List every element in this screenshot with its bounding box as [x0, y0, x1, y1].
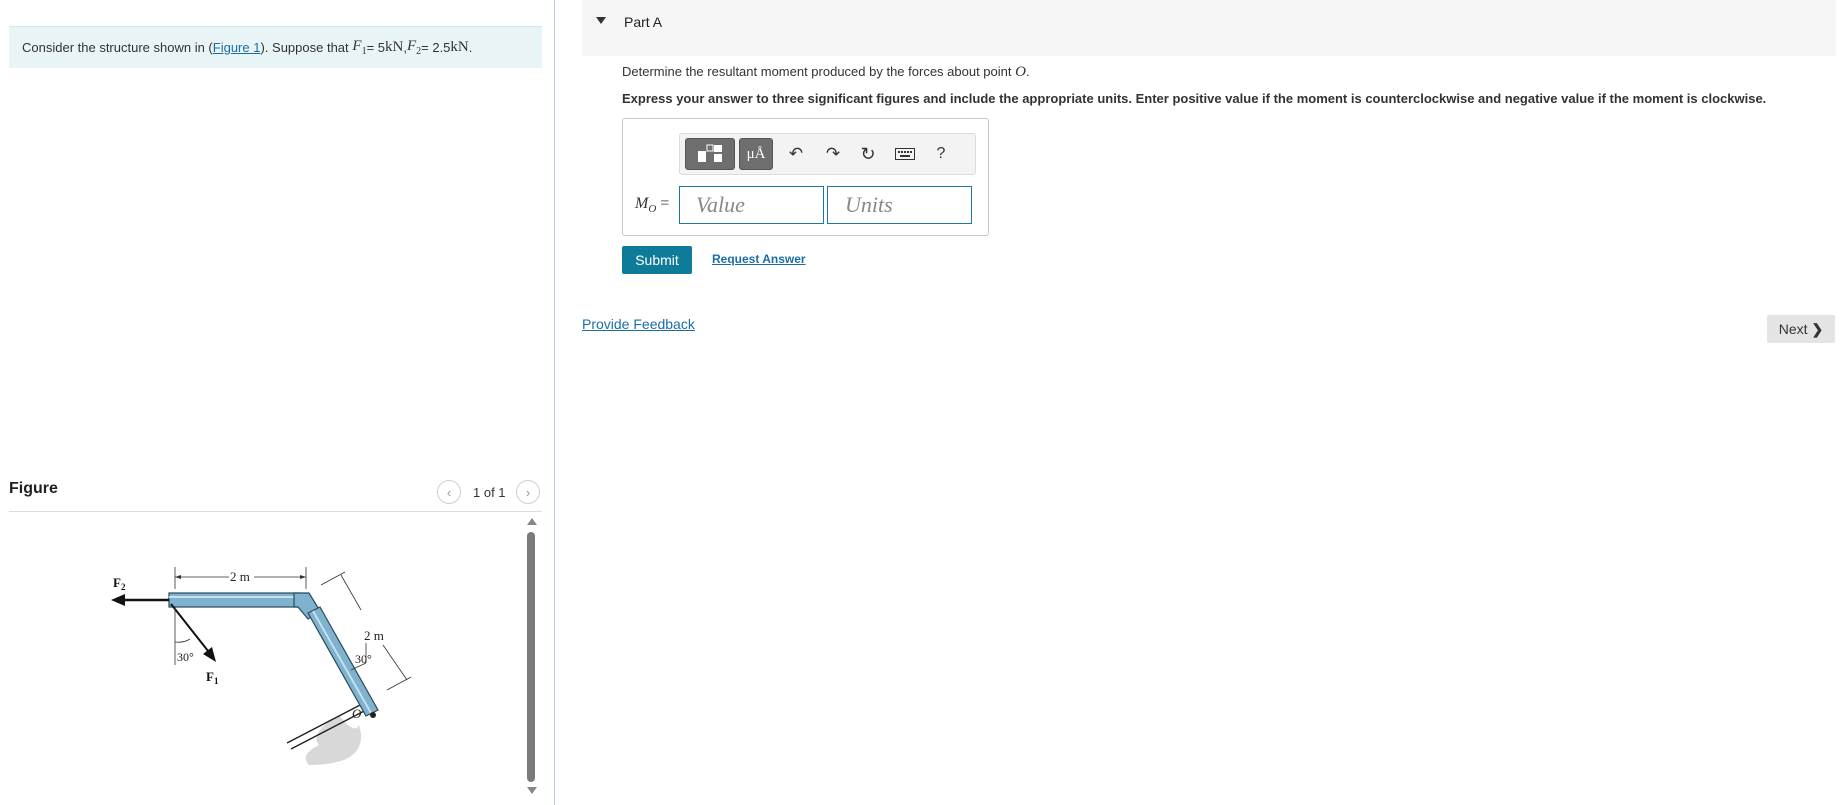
keyboard-icon[interactable]	[892, 138, 918, 170]
f1-equals: = 5	[366, 40, 385, 55]
point-o-label: O	[352, 706, 362, 721]
math-toolbar: μÅ ↶ ↷ ↻ ?	[679, 133, 976, 175]
f2-unit: kN	[450, 39, 469, 55]
structure-diagram: O F2 F1 30° 2 m 2 m 30°	[111, 567, 412, 765]
horizontal-member	[168, 592, 300, 608]
templates-button[interactable]	[685, 138, 735, 170]
part-title: Part A	[624, 14, 663, 30]
next-button[interactable]: Next ❯	[1767, 315, 1835, 343]
question-point: O	[1015, 64, 1026, 80]
f1-expression: F1	[352, 38, 367, 57]
figure-title: Figure	[9, 480, 58, 497]
question-suffix: .	[1025, 64, 1030, 79]
scroll-thumb[interactable]	[527, 532, 535, 782]
question-text: Determine the resultant moment produced …	[622, 64, 1030, 81]
o-angle-label: 30°	[355, 652, 372, 666]
figure-link[interactable]: Figure 1	[213, 40, 261, 55]
help-button[interactable]: ?	[930, 138, 952, 170]
figure-prev-button[interactable]: ‹	[437, 480, 461, 504]
units-button[interactable]: μÅ	[739, 138, 773, 170]
f1-label: F1	[206, 669, 219, 686]
f1-angle-label: 30°	[177, 650, 194, 664]
question-prefix: Determine the resultant moment produced …	[622, 64, 1016, 79]
figure-header: Figure ‹ 1 of 1 ›	[9, 478, 542, 512]
f2-expression: F2	[406, 38, 422, 57]
templates-icon	[698, 144, 722, 162]
f1-unit: kN	[385, 39, 404, 55]
figure-counter: 1 of 1	[473, 485, 506, 500]
slant-dimension-label: 2 m	[364, 628, 384, 643]
point-o-pin	[370, 712, 376, 718]
top-dimension-label: 2 m	[230, 569, 250, 584]
part-a-header[interactable]: Part A	[582, 0, 1836, 56]
scroll-down-icon[interactable]	[527, 787, 537, 794]
f2-arrow	[111, 594, 169, 606]
problem-text-after: ). Suppose that	[260, 40, 349, 55]
problem-end: .	[468, 40, 473, 55]
figure-diagram: O F2 F1 30° 2 m 2 m 30°	[9, 515, 529, 800]
left-pane: Consider the structure shown in (Figure …	[0, 0, 555, 805]
figure-next-button[interactable]: ›	[516, 480, 540, 504]
provide-feedback-link[interactable]: Provide Feedback	[582, 316, 695, 332]
request-answer-link[interactable]: Request Answer	[712, 252, 806, 266]
pane-divider[interactable]	[554, 0, 555, 805]
chevron-right-icon: ›	[525, 484, 531, 500]
instructions-text: Express your answer to three significant…	[622, 91, 1767, 106]
moment-label: MO =	[635, 195, 670, 216]
f1-angle-arc	[174, 638, 191, 643]
f2-label: F2	[113, 575, 126, 592]
undo-icon[interactable]: ↶	[783, 138, 809, 170]
problem-statement: Consider the structure shown in (Figure …	[9, 26, 542, 68]
submit-button[interactable]: Submit	[622, 246, 692, 274]
reset-icon[interactable]: ↻	[855, 138, 881, 170]
answer-box: μÅ ↶ ↷ ↻ ? MO =	[622, 118, 989, 236]
next-label: Next	[1778, 321, 1808, 337]
units-input[interactable]	[827, 186, 972, 224]
f2-equals: = 2.5	[421, 40, 451, 55]
figure-scrollbar[interactable]	[524, 515, 538, 802]
chevron-left-icon: ‹	[446, 484, 452, 500]
keyboard-glyph	[895, 148, 915, 160]
caret-down-icon[interactable]	[596, 17, 606, 24]
redo-icon[interactable]: ↷	[820, 138, 846, 170]
scroll-up-icon[interactable]	[527, 518, 537, 525]
problem-text-before: Consider the structure shown in (	[22, 40, 213, 55]
value-input[interactable]	[679, 186, 824, 224]
chevron-right-icon: ❯	[1811, 320, 1824, 337]
